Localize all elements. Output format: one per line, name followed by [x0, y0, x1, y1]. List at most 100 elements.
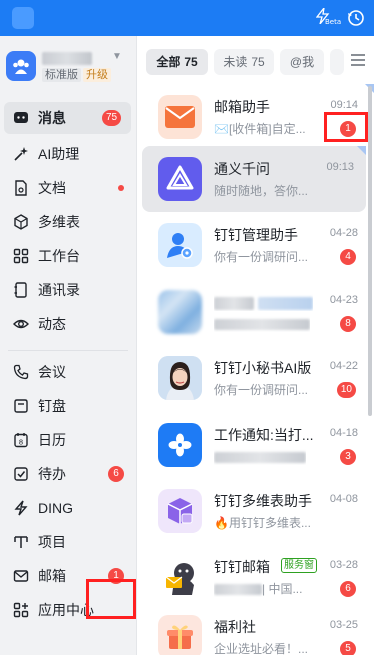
unread-badge: 6 [108, 466, 124, 482]
tab-unread[interactable]: 未读 75 [214, 49, 274, 75]
ding-lightning-icon [14, 500, 28, 516]
mail-assistant-avatar [158, 95, 202, 139]
highlight-box-mail-badge [86, 579, 136, 619]
project-icon [14, 536, 28, 548]
history-icon[interactable] [347, 9, 365, 27]
sidebar-item-activity[interactable]: 动态 [4, 308, 131, 340]
conversation-preview: 你有一份调研问... [214, 250, 309, 264]
admin-assistant-avatar [158, 223, 202, 267]
sidebar-item-label: AI助理 [38, 146, 80, 162]
upgrade-button[interactable]: 升级 [83, 68, 111, 82]
conversation-name: 福利社 [214, 619, 256, 635]
conversation-admin-assistant[interactable]: 钉钉管理助手 04-28 你有一份调研问... 4 [138, 212, 374, 278]
unread-badge: 4 [340, 249, 356, 265]
todo-check-icon [14, 467, 28, 481]
sidebar-item-contacts[interactable]: 通讯录 [4, 274, 131, 306]
ai-sparkle-icon [14, 147, 28, 161]
conversation-time: 04-18 [329, 427, 358, 439]
beta-label: Beta [325, 18, 342, 26]
sidebar-item-todo[interactable]: 待办 6 [4, 458, 131, 490]
contacts-icon [14, 282, 27, 298]
org-avatar[interactable] [6, 51, 36, 81]
sidebar-item-label: 会议 [38, 364, 66, 380]
conversation-time: 04-28 [329, 227, 358, 239]
conversation-redacted[interactable]: 04-23 8 [138, 279, 374, 345]
sidebar-item-calendar[interactable]: 8 日历 [4, 424, 131, 456]
sidebar-item-messages[interactable]: 消息 75 [4, 102, 131, 134]
conversation-tongyi-qianwen[interactable]: 通义千问 09:13 随时随地，答你... [142, 146, 366, 212]
sidebar-item-ding[interactable]: DING [4, 492, 131, 524]
sidebar-item-label: 工作台 [38, 248, 80, 264]
conversation-time: 03-25 [329, 619, 358, 631]
edition-label: 标准版 [42, 68, 81, 82]
menu-icon[interactable] [350, 53, 366, 67]
sidebar-item-label: 钉盘 [38, 398, 66, 414]
conversation-name: 钉钉管理助手 [214, 227, 298, 243]
title-bar: Beta [0, 0, 374, 36]
document-icon [15, 180, 27, 196]
sidebar: ▼ 标准版 升级 消息 75 AI助理 文档 多维表 工作台 通讯录 动态 会议… [0, 36, 137, 655]
sidebar-item-ai-assistant[interactable]: AI助理 [4, 138, 131, 170]
sidebar-item-disk[interactable]: 钉盘 [4, 390, 131, 422]
multidim-assistant-avatar [158, 489, 202, 533]
sidebar-item-label: 动态 [38, 316, 66, 332]
sidebar-item-label: 日历 [38, 432, 66, 448]
tab-mentions[interactable]: @我 [280, 49, 324, 75]
sidebar-item-label: 项目 [38, 534, 66, 550]
sidebar-item-label: 多维表 [38, 214, 80, 230]
conversation-work-notice[interactable]: 工作通知:当打... 04-18 3 [138, 412, 374, 478]
conversation-time: 09:14 [330, 99, 358, 111]
tab-count: 75 [184, 55, 198, 69]
conversation-preview: | 中国... [214, 581, 302, 597]
sidebar-item-label: 文档 [38, 180, 66, 196]
svg-text:8: 8 [19, 439, 23, 447]
sidebar-item-multidim-table[interactable]: 多维表 [4, 206, 131, 238]
tab-all[interactable]: 全部 75 [146, 49, 208, 75]
tab-label: @我 [289, 55, 315, 69]
beta-lightning-icon[interactable]: Beta [315, 7, 342, 28]
sidebar-item-meeting[interactable]: 会议 [4, 356, 131, 388]
mail-icon [13, 570, 29, 582]
conversation-ding-mail[interactable]: 钉钉邮箱 服务窗 03-28 | 中国... 6 [138, 544, 374, 610]
chevron-down-icon[interactable]: ▼ [112, 51, 122, 62]
meeting-phone-icon [13, 364, 29, 380]
conversation-time: 04-08 [329, 493, 358, 505]
conversation-time: 03-28 [329, 559, 358, 571]
sidebar-item-workbench[interactable]: 工作台 [4, 240, 131, 272]
unread-badge: 3 [340, 449, 356, 465]
unread-badge: 10 [336, 382, 356, 398]
tongyi-avatar [158, 157, 202, 201]
conversation-preview-redacted [214, 316, 310, 332]
conversation-name: 钉钉邮箱 [214, 559, 270, 575]
disk-icon [14, 399, 28, 413]
conversation-preview: 你有一份调研问... [214, 383, 309, 397]
conversation-name-redacted [214, 293, 313, 311]
conversation-time: 04-22 [329, 360, 358, 372]
tab-label: 未读 [223, 55, 248, 69]
conversation-multidim-assistant[interactable]: 钉钉多维表助手 04-08 🔥用钉钉多维表... [138, 478, 374, 544]
welfare-gift-avatar [158, 615, 202, 655]
scrollbar[interactable] [368, 86, 372, 416]
conversation-time: 09:13 [326, 161, 354, 173]
multidim-table-icon [14, 214, 28, 230]
sidebar-item-project[interactable]: 项目 [4, 526, 131, 558]
conversation-preview-redacted [214, 449, 306, 465]
tab-more[interactable] [330, 49, 344, 75]
conversation-name: 通义千问 [214, 161, 270, 177]
sidebar-item-label: 邮箱 [38, 568, 66, 584]
sidebar-item-docs[interactable]: 文档 [4, 172, 131, 204]
ding-mail-avatar [158, 555, 202, 599]
app-logo [12, 7, 34, 29]
unread-dot [118, 185, 124, 191]
tab-label: 全部 [156, 55, 181, 69]
workbench-grid-icon [13, 248, 29, 264]
calendar-icon: 8 [14, 433, 28, 448]
conversation-ai-secretary[interactable]: 钉钉小秘书AI版 04-22 你有一份调研问... 10 [138, 345, 374, 411]
conversation-welfare[interactable]: 福利社 03-25 企业选址必看！... 5 [138, 604, 374, 655]
conversation-name: 工作通知:当打... [214, 427, 314, 443]
conversation-time: 04-23 [329, 294, 358, 306]
filter-tabs: 全部 75 未读 75 @我 [138, 36, 374, 84]
org-profile[interactable]: ▼ 标准版 升级 [6, 50, 131, 84]
unread-badge: 8 [340, 316, 356, 332]
message-icon [14, 112, 28, 123]
